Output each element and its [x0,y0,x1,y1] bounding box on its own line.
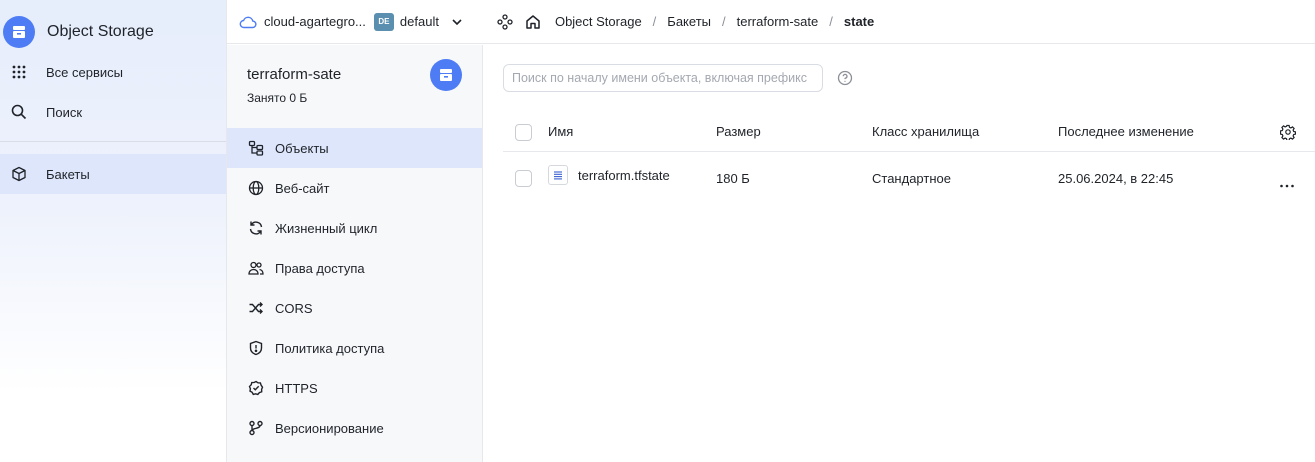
menu-label: HTTPS [275,380,318,396]
bucket-sidebar: terraform-sate Занято 0 Б Объекты Веб-са… [227,45,483,462]
nav-label: Поиск [46,104,83,120]
service-header[interactable]: Object Storage [0,14,154,50]
object-size: 180 Б [716,171,750,186]
top-bar: cloud-agartegro... DE default Object Sto… [227,0,1315,44]
bucket-used-space: Занято 0 Б [247,91,308,105]
nav-all-services[interactable]: Все сервисы [0,52,226,92]
nav-label: Все сервисы [46,64,123,80]
menu-access-rights[interactable]: Права доступа [227,248,482,288]
row-checkbox[interactable] [515,170,532,187]
bucket-icon [430,59,462,91]
menu-label: Версионирование [275,420,384,436]
folder-name: default [399,14,439,29]
search-input[interactable] [503,64,823,92]
breadcrumb-object-storage[interactable]: Object Storage [555,14,642,29]
menu-objects[interactable]: Объекты [227,128,482,168]
column-last-modified[interactable]: Последнее изменение [1058,124,1194,139]
column-storage-class[interactable]: Класс хранилища [872,124,979,139]
folder-badge: DE [373,12,394,31]
shield-icon [247,340,265,356]
breadcrumb-buckets[interactable]: Бакеты [667,14,711,29]
object-storage-class: Стандартное [872,171,951,186]
gear-icon[interactable] [1279,124,1297,143]
nav-label: Бакеты [46,166,90,182]
users-icon [247,260,265,276]
object-storage-logo-icon [3,16,35,48]
menu-label: Права доступа [275,260,365,276]
menu-website[interactable]: Веб-сайт [227,168,482,208]
menu-label: Жизненный цикл [275,220,378,236]
menu-label: Объекты [275,140,329,156]
nav-search[interactable]: Поиск [0,92,226,132]
badge-check-icon [247,380,265,396]
help-icon[interactable] [837,70,853,89]
more-actions-icon[interactable] [1279,176,1295,191]
cloud-selector[interactable]: cloud-agartegro... DE default [239,12,463,31]
breadcrumb-separator: / [829,14,833,29]
object-name[interactable]: terraform.tfstate [578,168,670,183]
cloud-icon [239,15,257,29]
chevron-down-icon[interactable] [451,16,463,28]
menu-access-policy[interactable]: Политика доступа [227,328,482,368]
column-name[interactable]: Имя [548,124,573,139]
globe-icon [247,180,265,196]
column-size[interactable]: Размер [716,124,761,139]
breadcrumb-separator: / [652,14,657,29]
bucket-name: terraform-sate [247,66,342,83]
breadcrumb: Object Storage / Бакеты / terraform-sate… [555,14,874,29]
table-header: Имя Размер Класс хранилища Последнее изм… [503,112,1315,152]
home-icon[interactable] [525,14,541,30]
branch-icon [247,420,265,436]
table-row[interactable]: terraform.tfstate 180 Б Стандартное 25.0… [503,158,1315,198]
cube-icon [0,166,38,182]
grid-icon [0,64,38,80]
menu-label: CORS [275,300,313,316]
breadcrumb-separator: / [722,14,726,29]
global-sidebar: Object Storage Все сервисы Поиск Бакеты [0,0,227,462]
file-icon [548,165,568,185]
menu-cors[interactable]: CORS [227,288,482,328]
nodes-icon[interactable] [497,13,513,30]
menu-label: Политика доступа [275,340,385,356]
select-all-checkbox[interactable] [515,124,532,141]
menu-versioning[interactable]: Версионирование [227,408,482,448]
cloud-name: cloud-agartegro... [264,14,366,29]
nav-buckets[interactable]: Бакеты [0,154,226,194]
divider [0,141,226,142]
menu-lifecycle[interactable]: Жизненный цикл [227,208,482,248]
breadcrumb-current: state [843,14,875,29]
shuffle-icon [247,300,265,316]
service-title: Object Storage [47,23,154,40]
objects-icon [247,140,265,156]
menu-label: Веб-сайт [275,180,330,196]
cycle-icon [247,220,265,236]
menu-https[interactable]: HTTPS [227,368,482,408]
search-icon [0,104,38,120]
object-modified: 25.06.2024, в 22:45 [1058,171,1174,186]
breadcrumb-bucket[interactable]: terraform-sate [737,14,819,29]
